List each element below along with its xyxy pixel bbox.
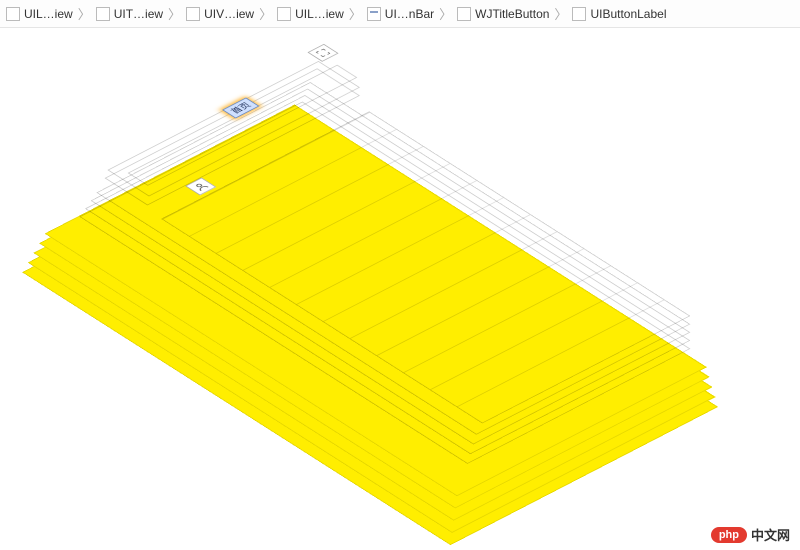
watermark-text: 中文网 (751, 525, 790, 544)
breadcrumb: UIL…iew 〉 UIT…iew 〉 UIV…iew 〉 UIL…iew 〉 … (0, 0, 800, 28)
breadcrumb-label: UIL…iew (24, 7, 73, 21)
view-icon (96, 7, 110, 21)
breadcrumb-item-4[interactable]: UI…nBar (365, 7, 436, 21)
breadcrumb-item-3[interactable]: UIL…iew (275, 7, 346, 21)
chevron-right-icon: 〉 (346, 4, 365, 23)
scan-icon[interactable]: ⛶ (307, 44, 338, 62)
chevron-right-icon: 〉 (551, 4, 570, 23)
navigation-bar-icon (367, 7, 381, 21)
breadcrumb-label: UIButtonLabel (590, 7, 666, 21)
breadcrumb-label: UIT…iew (114, 7, 163, 21)
breadcrumb-label: WJTitleButton (475, 7, 549, 21)
breadcrumb-label: UIV…iew (204, 7, 254, 21)
view-icon (6, 7, 20, 21)
view-icon (277, 7, 291, 21)
breadcrumb-item-1[interactable]: UIT…iew (94, 7, 165, 21)
chevron-right-icon: 〉 (165, 4, 184, 23)
breadcrumb-item-0[interactable]: UIL…iew (4, 7, 75, 21)
breadcrumb-item-5[interactable]: WJTitleButton (455, 7, 551, 21)
view-hierarchy-canvas[interactable]: ⛶ 首页 php 中文网 (0, 28, 800, 550)
view-icon (457, 7, 471, 21)
chevron-right-icon: 〉 (75, 4, 94, 23)
view-icon (186, 7, 200, 21)
view-hierarchy-scene: ⛶ 首页 (36, 28, 800, 550)
breadcrumb-label: UIL…iew (295, 7, 344, 21)
chevron-right-icon: 〉 (256, 4, 275, 23)
chevron-right-icon: 〉 (436, 4, 455, 23)
breadcrumb-item-2[interactable]: UIV…iew (184, 7, 256, 21)
view-icon (572, 7, 586, 21)
breadcrumb-item-6[interactable]: UIButtonLabel (570, 7, 668, 21)
watermark-badge: php (711, 527, 747, 543)
breadcrumb-label: UI…nBar (385, 7, 434, 21)
watermark: php 中文网 (711, 525, 790, 544)
